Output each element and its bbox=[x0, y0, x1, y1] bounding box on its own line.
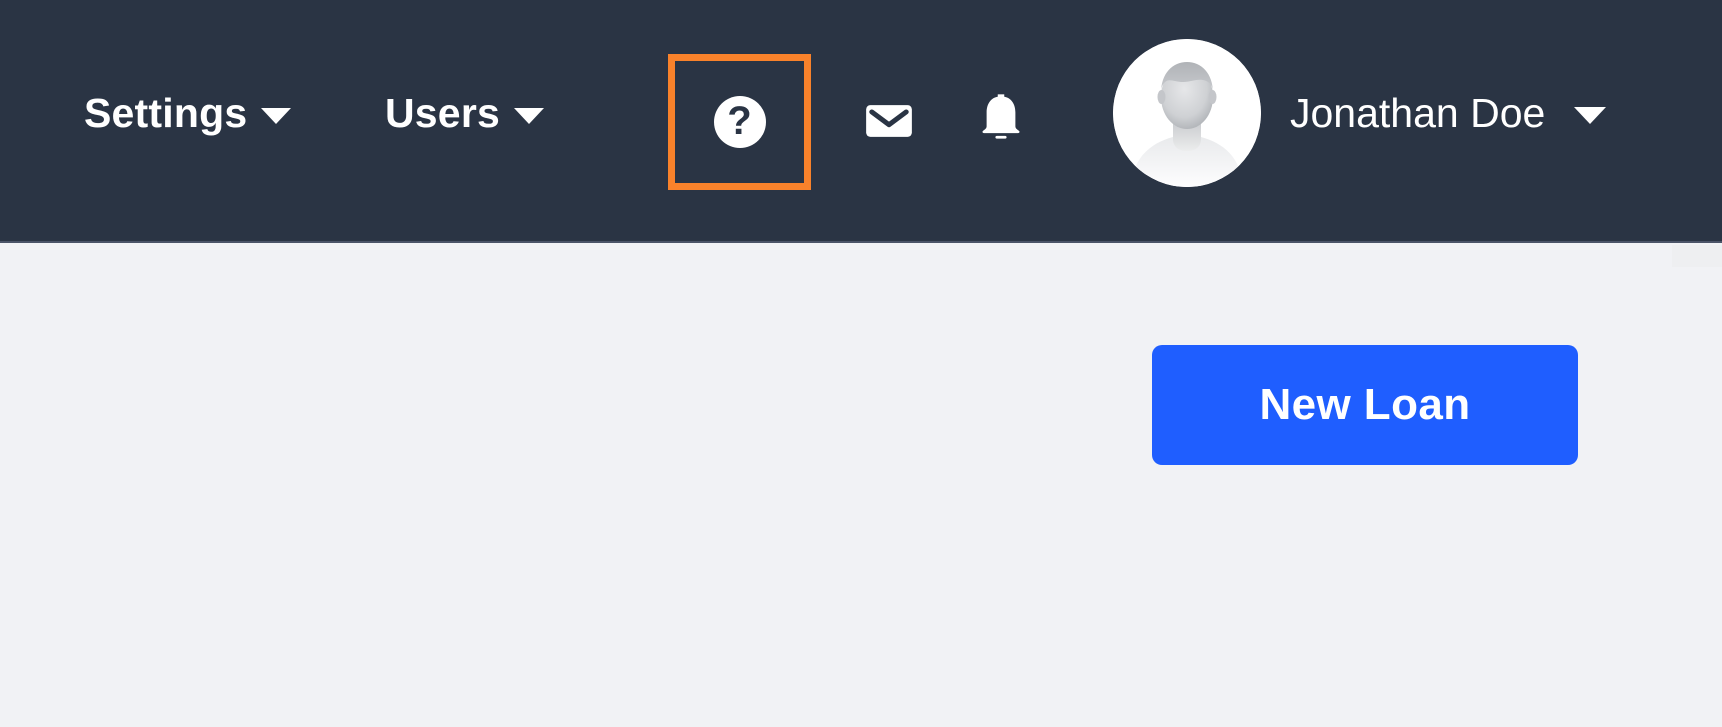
avatar bbox=[1113, 39, 1261, 187]
user-menu[interactable]: Jonathan Doe bbox=[1113, 39, 1607, 187]
new-loan-button[interactable]: New Loan bbox=[1152, 345, 1578, 465]
bell-icon bbox=[982, 94, 1020, 139]
user-name-label: Jonathan Doe bbox=[1290, 89, 1546, 136]
mail-icon bbox=[866, 105, 912, 137]
help-icon-highlight-box: ? bbox=[668, 54, 811, 190]
notifications-button[interactable] bbox=[955, 72, 1047, 164]
scrollbar-corner bbox=[1672, 245, 1722, 267]
help-icon: ? bbox=[713, 96, 766, 148]
chevron-down-icon bbox=[513, 108, 544, 124]
nav-item-settings[interactable]: Settings bbox=[84, 90, 292, 137]
top-navigation-bar: Settings Users ? Jonathan Doe bbox=[0, 0, 1722, 243]
main-content-area: New Loan bbox=[0, 245, 1722, 727]
help-button[interactable]: ? bbox=[675, 61, 804, 183]
nav-item-users[interactable]: Users bbox=[385, 90, 544, 137]
nav-item-users-label: Users bbox=[385, 90, 500, 136]
chevron-down-icon bbox=[1574, 106, 1607, 124]
mail-button[interactable] bbox=[843, 75, 935, 167]
chevron-down-icon bbox=[261, 108, 292, 124]
nav-item-settings-label: Settings bbox=[84, 90, 248, 136]
default-person-avatar-icon bbox=[1113, 39, 1261, 187]
help-icon-glyph: ? bbox=[727, 99, 752, 143]
